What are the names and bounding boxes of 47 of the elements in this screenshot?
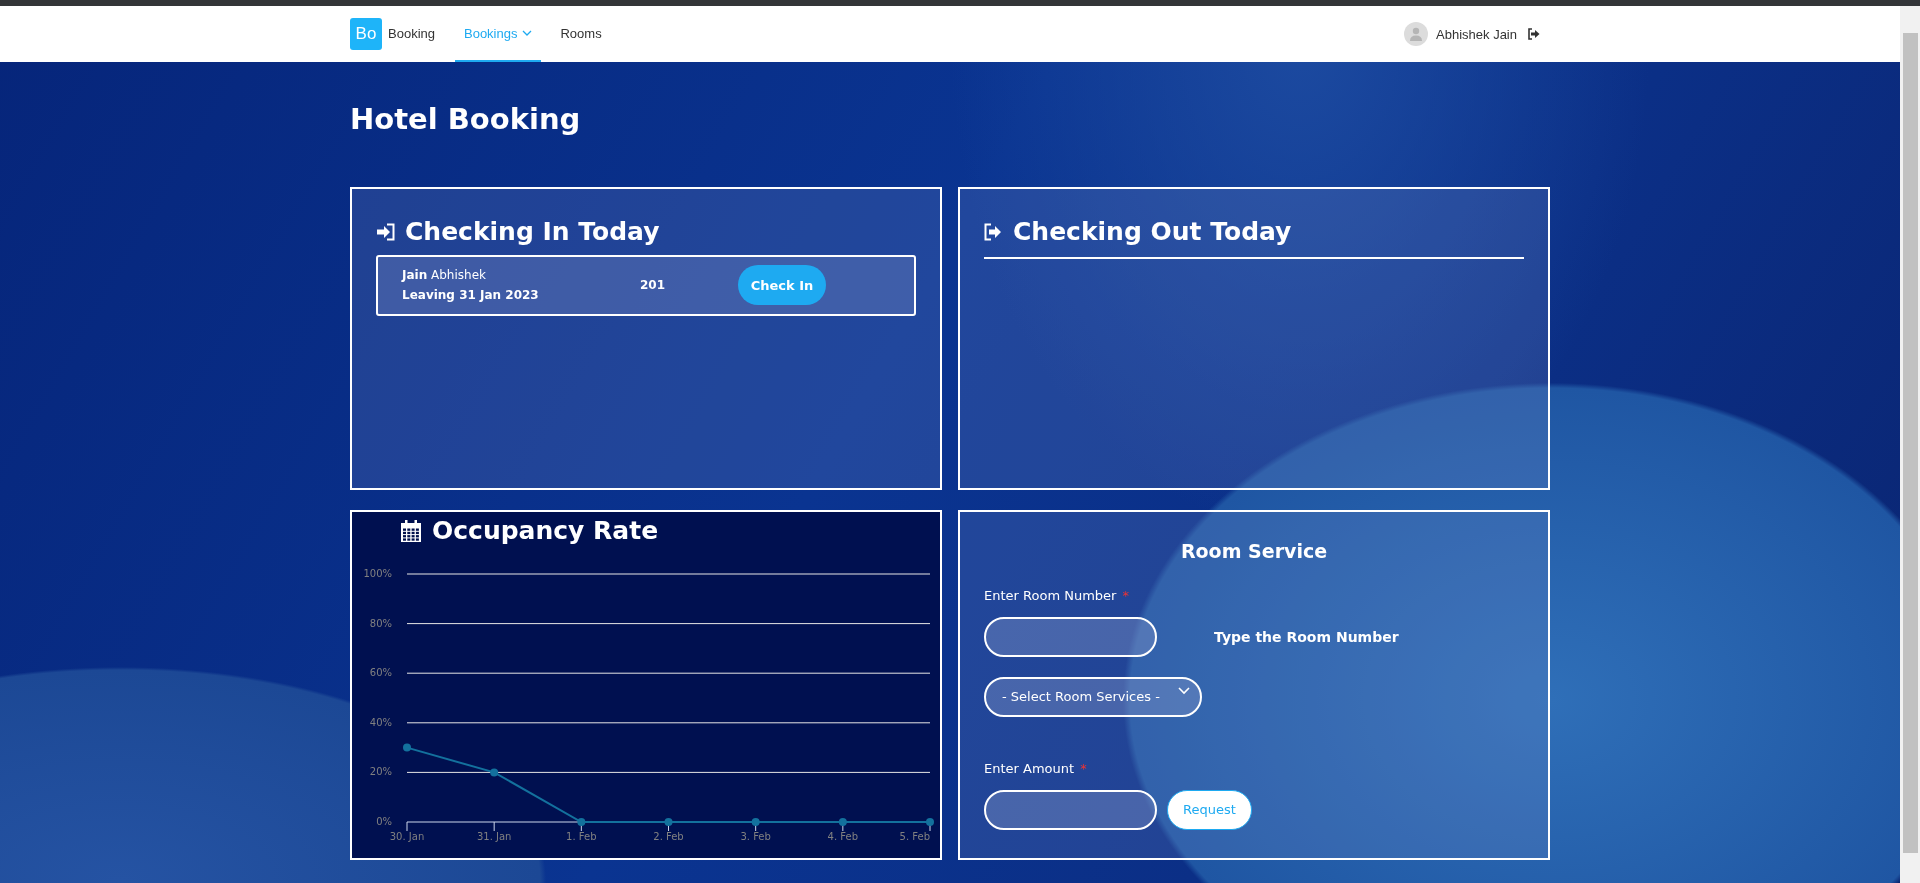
axis-label: 100% <box>363 567 392 579</box>
axis-label: 40% <box>369 716 392 728</box>
hint-text: Type the Room Number <box>1214 628 1399 645</box>
axis-label: 2. Feb <box>653 830 684 842</box>
select-dropdown[interactable]: - Select Room Services - <box>984 676 1202 717</box>
nav-link[interactable]: Rooms <box>551 6 611 62</box>
room-number: 201 <box>640 278 667 293</box>
data-point[interactable] <box>926 817 934 826</box>
user-name[interactable]: Abhishek Jain <box>1436 26 1517 42</box>
data-point[interactable] <box>838 817 847 826</box>
data-point[interactable] <box>751 817 760 826</box>
axis-label: 5. Feb <box>899 830 930 842</box>
person-silhouette-icon <box>1409 27 1424 41</box>
data-point[interactable] <box>577 817 586 826</box>
axis-label: 80% <box>369 617 392 629</box>
avatar[interactable] <box>1404 22 1429 46</box>
required-mark: * <box>1122 587 1129 603</box>
page-title: Hotel Booking <box>350 101 582 138</box>
required-mark: * <box>1080 760 1087 776</box>
card-title: Checking Out Today <box>1013 216 1292 247</box>
field-label: Enter Room Number <box>984 587 1117 603</box>
sign-out-icon <box>984 222 1003 241</box>
axis-label: 3. Feb <box>740 830 771 842</box>
axis-label: 20% <box>369 766 392 778</box>
leaving-date: Leaving 31 Jan 2023 <box>402 287 540 305</box>
input-field[interactable] <box>984 789 1157 830</box>
input-field[interactable] <box>984 616 1157 657</box>
axis-label: 4. Feb <box>827 830 859 842</box>
brand-link[interactable]: Booking <box>382 6 443 62</box>
sign-in-icon <box>376 222 395 241</box>
data-point[interactable] <box>490 768 499 777</box>
data-point[interactable] <box>403 743 411 752</box>
scrollbar[interactable] <box>1900 6 1920 883</box>
axis-label: 0% <box>376 815 392 827</box>
chevron-down-icon <box>1178 686 1190 695</box>
axis-label: 60% <box>369 667 392 678</box>
axis-label: 30. Jan <box>389 830 425 842</box>
card-title: Occupancy Rate <box>432 515 659 546</box>
axis-label: 1. Feb <box>566 830 597 842</box>
logout-icon <box>1527 28 1540 40</box>
guest-name: Jain Abhishek <box>402 267 487 285</box>
card-title: Checking In Today <box>405 216 660 247</box>
form-title: Room Service <box>1179 539 1329 562</box>
axis-label: 31. Jan <box>476 830 512 842</box>
data-point[interactable] <box>664 817 673 826</box>
calendar-icon <box>400 519 422 542</box>
field-label: Enter Amount <box>984 760 1075 776</box>
